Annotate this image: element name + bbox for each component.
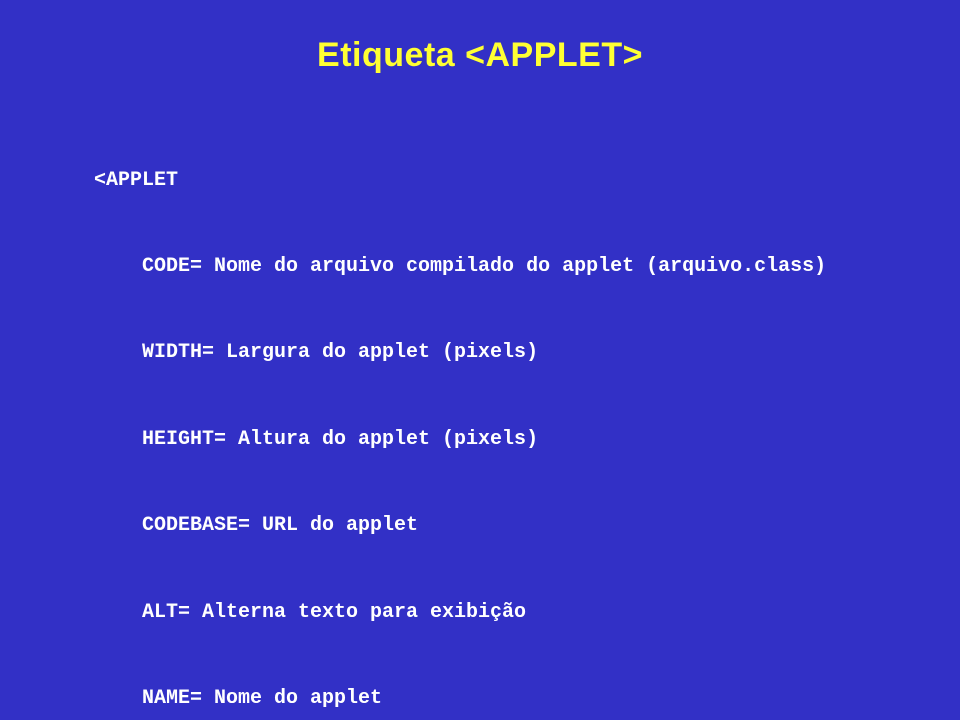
- attr-name: NAME= Nome do applet: [94, 685, 866, 714]
- attr-alt: ALT= Alterna texto para exibição: [94, 599, 866, 628]
- applet-open-tag: <APPLET: [94, 167, 866, 196]
- attr-height: HEIGHT= Altura do applet (pixels): [94, 426, 866, 455]
- slide-title: Etiqueta <APPLET>: [94, 36, 866, 75]
- code-block: <APPLET CODE= Nome do arquivo compilado …: [94, 109, 866, 720]
- attr-width: WIDTH= Largura do applet (pixels): [94, 339, 866, 368]
- attr-codebase: CODEBASE= URL do applet: [94, 512, 866, 541]
- attr-code: CODE= Nome do arquivo compilado do apple…: [94, 253, 866, 282]
- slide: Etiqueta <APPLET> <APPLET CODE= Nome do …: [0, 0, 960, 720]
